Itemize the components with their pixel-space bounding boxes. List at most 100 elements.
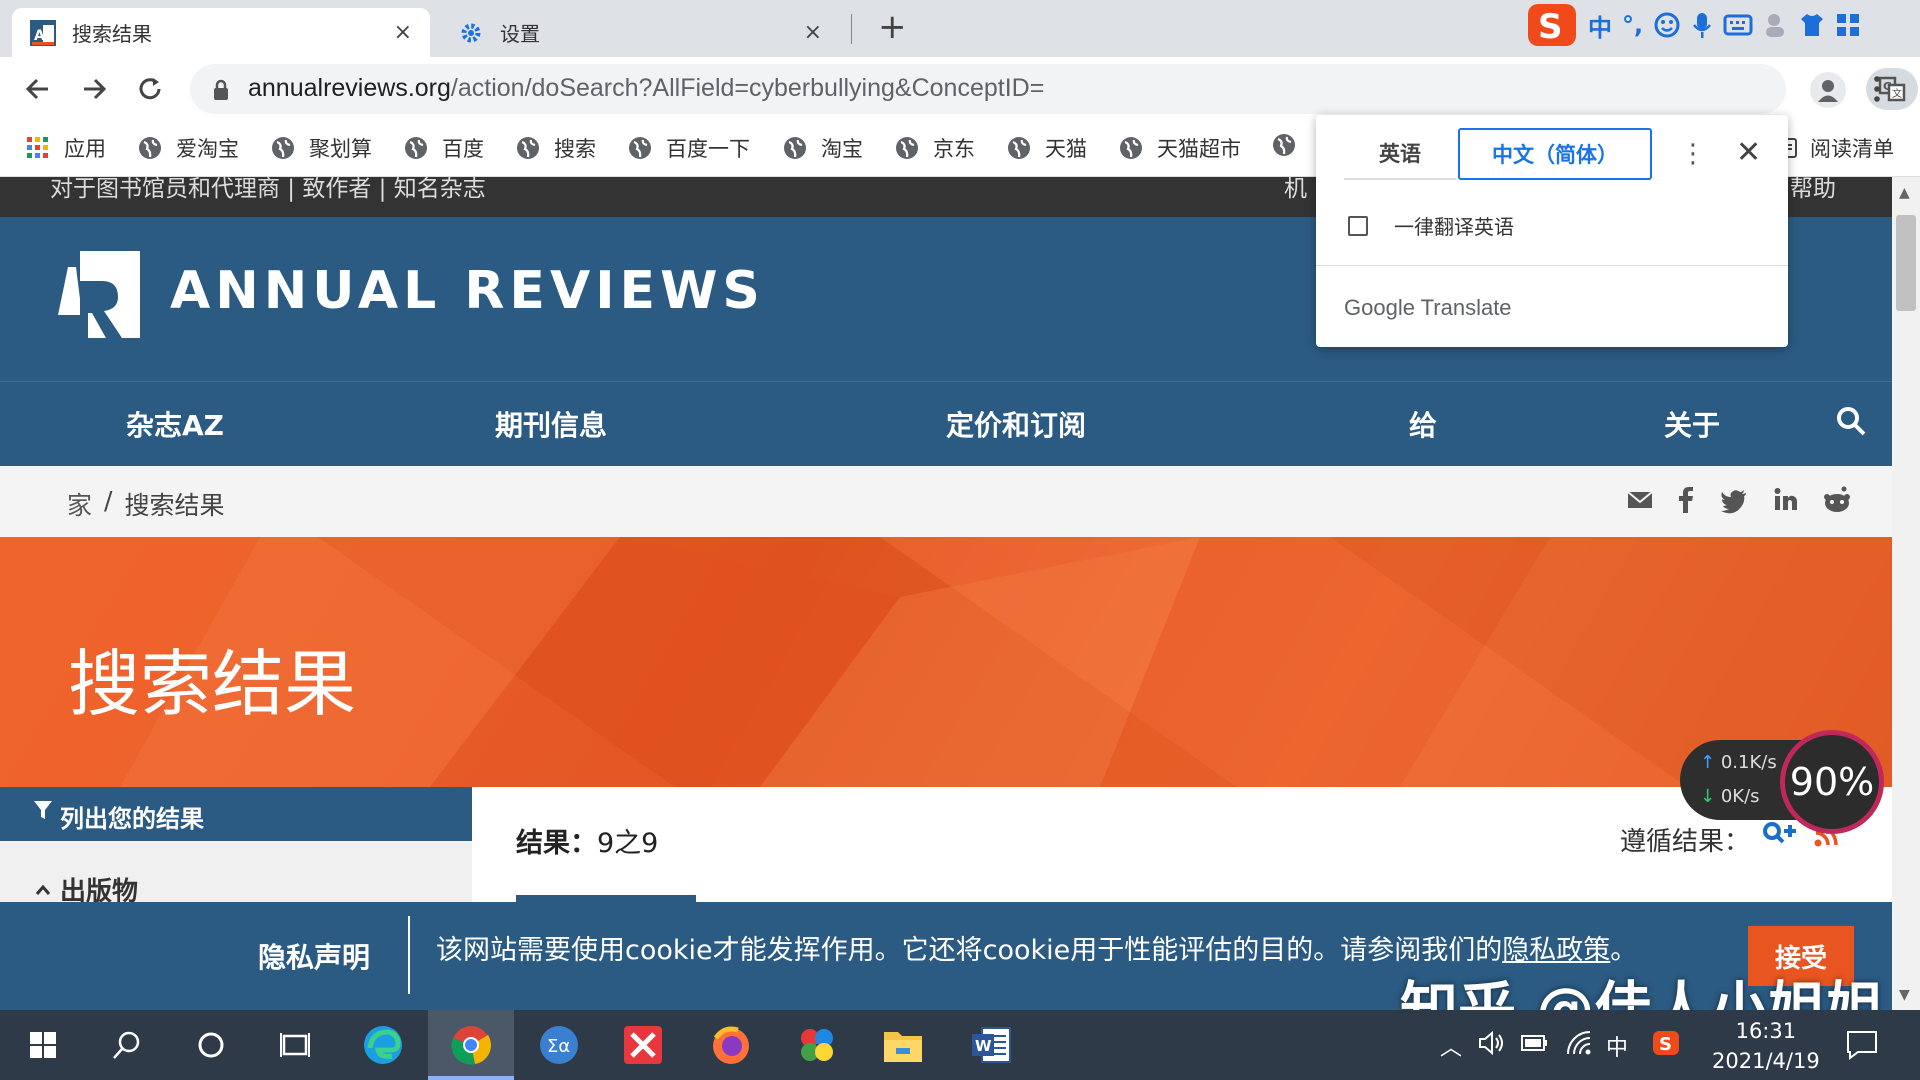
bookmark-item[interactable]: 聚划算 — [271, 133, 372, 163]
memory-usage-gauge[interactable]: 90% — [1780, 730, 1884, 834]
breadcrumb-separator: / — [104, 486, 113, 515]
utility-link-help[interactable]: 帮助 — [1790, 177, 1836, 203]
sogou-tray-icon[interactable]: S — [1652, 1030, 1680, 1056]
globe-icon — [896, 137, 918, 159]
site-logo-text[interactable]: ANNUAL REVIEWS — [170, 261, 765, 321]
volume-icon[interactable] — [1478, 1030, 1506, 1056]
svg-text:Σα: Σα — [547, 1036, 570, 1057]
nav-pricing-subscriptions[interactable]: 定价和订阅 — [946, 404, 1086, 444]
tab-settings[interactable]: 设置 × — [440, 8, 840, 57]
notifications-icon[interactable] — [1846, 1030, 1878, 1060]
close-tab-icon[interactable]: × — [804, 20, 822, 45]
bookmark-item[interactable] — [1272, 133, 1310, 157]
taskbar-file-explorer[interactable] — [878, 1020, 928, 1070]
taskbar-math-app[interactable]: Σα — [534, 1020, 584, 1070]
folder-icon — [884, 1032, 922, 1062]
forward-button[interactable] — [78, 73, 110, 105]
bookmark-label: 京东 — [933, 137, 975, 161]
tab-strip: A 搜索结果 × 设置 × + S 中 °, — [0, 0, 1920, 57]
bookmark-item[interactable]: 爱淘宝 — [138, 133, 239, 163]
always-translate-checkbox[interactable] — [1348, 215, 1368, 236]
new-tab-button[interactable]: + — [878, 10, 907, 44]
page-scrollbar[interactable]: ▲ ▼ — [1892, 177, 1920, 1010]
always-translate-option[interactable]: 一律翻译英语 — [1348, 211, 1514, 240]
ar-logo-mark-icon — [52, 251, 140, 338]
system-clock[interactable]: 16:31 2021/4/19 — [1712, 1016, 1820, 1076]
utility-link-institution[interactable]: 机 — [1284, 177, 1307, 203]
reload-button[interactable] — [134, 73, 166, 105]
filter-heading[interactable]: 列出您的结果 — [0, 787, 472, 841]
bookmark-item[interactable]: 天猫超市 — [1119, 133, 1241, 163]
url-text[interactable]: annualreviews.org/action/doSearch?AllFie… — [248, 74, 1044, 103]
bookmark-apps[interactable]: 应用 — [26, 133, 106, 163]
tab-search-results[interactable]: A 搜索结果 × — [12, 8, 430, 57]
nav-journals-az[interactable]: 杂志AZ — [126, 404, 224, 444]
bookmark-item[interactable]: 天猫 — [1007, 133, 1087, 163]
emoji-icon[interactable] — [1653, 11, 1681, 39]
microphone-icon[interactable] — [1691, 11, 1713, 39]
scroll-down-arrow-icon[interactable]: ▼ — [1899, 987, 1910, 1003]
search-icon[interactable] — [1836, 406, 1866, 436]
keyboard-icon[interactable] — [1723, 13, 1753, 37]
breadcrumb-home[interactable]: 家 — [67, 486, 92, 522]
sogou-logo-icon[interactable]: S — [1526, 2, 1578, 48]
taskbar-search-button[interactable] — [102, 1020, 152, 1070]
nav-about[interactable]: 关于 — [1664, 404, 1720, 444]
network-speed-widget[interactable]: ↑ 0.1K/s ↓ 0K/s 90% — [1680, 730, 1884, 834]
breadcrumb: 家 / 搜索结果 — [67, 486, 224, 522]
close-icon[interactable]: ✕ — [1736, 135, 1761, 170]
back-button[interactable] — [22, 73, 54, 105]
upload-speed-value: 0.1K/s — [1720, 752, 1777, 773]
nav-journal-info[interactable]: 期刊信息 — [495, 404, 607, 444]
bookmark-item[interactable]: 淘宝 — [783, 133, 863, 163]
show-hidden-icons-chevron-icon[interactable]: ︿ — [1440, 1030, 1462, 1062]
wifi-icon[interactable] — [1566, 1030, 1594, 1056]
browser-menu-icon[interactable] — [1872, 75, 1882, 103]
profile-button[interactable] — [1810, 72, 1846, 108]
bookmark-item[interactable]: 京东 — [895, 133, 975, 163]
taskbar-word[interactable]: W — [966, 1020, 1016, 1070]
email-share-icon[interactable] — [1626, 486, 1654, 514]
ime-punctuation-toggle[interactable]: °, — [1622, 11, 1643, 39]
globe-icon — [1273, 134, 1295, 156]
facebook-icon[interactable] — [1676, 486, 1696, 514]
start-button[interactable] — [18, 1020, 68, 1070]
translate-source-language-tab[interactable]: 英语 — [1344, 128, 1456, 180]
search-icon — [113, 1031, 140, 1059]
taskbar-clover-app[interactable] — [792, 1020, 842, 1070]
annual-reviews-logo[interactable] — [52, 251, 140, 338]
scrollbar-thumb[interactable] — [1896, 215, 1916, 311]
linkedin-icon[interactable] — [1774, 486, 1798, 514]
translate-target-language-tab[interactable]: 中文（简体） — [1458, 128, 1652, 180]
bookmark-item[interactable]: 搜索 — [516, 133, 596, 163]
ime-language-toggle[interactable]: 中 — [1588, 8, 1612, 43]
reading-list-button[interactable]: 阅读清单 — [1776, 133, 1894, 163]
skin-shirt-icon[interactable] — [1799, 12, 1825, 38]
user-center-icon[interactable] — [1763, 11, 1789, 39]
nav-give[interactable]: 给 — [1409, 404, 1437, 444]
task-view-button[interactable] — [270, 1020, 320, 1070]
cortana-button[interactable] — [186, 1020, 236, 1070]
taskbar-xmind[interactable] — [618, 1020, 668, 1070]
taskbar-firefox[interactable] — [706, 1020, 756, 1070]
twitter-icon[interactable] — [1720, 486, 1748, 514]
address-bar[interactable]: annualreviews.org/action/doSearch?AllFie… — [190, 64, 1918, 114]
bookmark-label: 天猫超市 — [1157, 137, 1241, 161]
breadcrumb-bar: 家 / 搜索结果 — [0, 466, 1892, 537]
lock-icon[interactable] — [212, 79, 230, 101]
bookmark-item[interactable]: 百度一下 — [628, 133, 750, 163]
input-method-indicator[interactable]: 中 — [1606, 1030, 1628, 1062]
close-tab-icon[interactable]: × — [394, 20, 412, 45]
toolbox-grid-icon[interactable] — [1835, 12, 1861, 38]
page-title: 搜索结果 — [68, 642, 357, 726]
bookmark-item[interactable]: 百度 — [404, 133, 484, 163]
globe-icon — [517, 137, 539, 159]
translate-options-icon[interactable]: ⋮ — [1680, 139, 1706, 169]
taskbar-chrome[interactable] — [446, 1020, 496, 1070]
scroll-up-arrow-icon[interactable]: ▲ — [1899, 185, 1910, 201]
reddit-icon[interactable] — [1822, 486, 1852, 514]
taskbar-edge[interactable] — [358, 1020, 408, 1070]
results-value: 9之9 — [597, 828, 659, 859]
battery-icon[interactable] — [1520, 1030, 1550, 1054]
utility-links[interactable]: 对于图书馆员和代理商 | 致作者 | 知名杂志 — [50, 177, 486, 203]
